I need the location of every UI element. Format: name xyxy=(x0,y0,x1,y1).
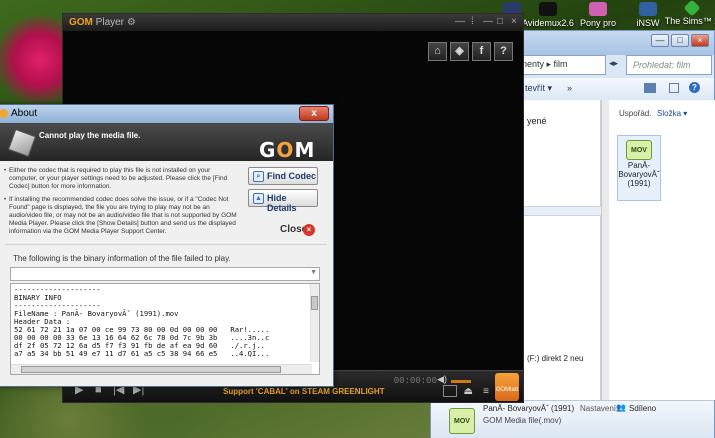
find-codec-label: Find Codec xyxy=(267,171,316,181)
info-paragraph-1: Either the codec that is required to pla… xyxy=(9,167,228,190)
binary-select[interactable]: ▼ xyxy=(10,267,320,281)
scroll-thumb[interactable] xyxy=(311,296,318,310)
more-menu[interactable]: » xyxy=(567,83,572,93)
details-state-value: Sdíleno xyxy=(629,404,657,413)
gom-app-name: Player xyxy=(95,17,125,28)
help-icon[interactable]: ? xyxy=(689,82,700,93)
desktop-icon-label: Pony pro xyxy=(579,18,617,28)
home-icon[interactable]: ⌂ xyxy=(428,42,447,61)
error-message: Cannot play the media file. xyxy=(39,131,141,140)
error-graphic-icon xyxy=(7,128,37,158)
bullet-icon: • xyxy=(4,168,7,174)
volume-icon[interactable]: ◀) xyxy=(437,374,447,385)
gomlab-button[interactable]: GOMlab xyxy=(495,373,519,401)
chevron-up-icon: ▲ xyxy=(253,193,264,204)
desktop-icon-label: The Sims™ 2 xyxy=(664,16,715,26)
view-icon[interactable] xyxy=(644,83,656,93)
desktop-icon-sims[interactable]: The Sims™ 2 xyxy=(664,0,715,34)
avidemux-icon xyxy=(539,2,557,16)
info-paragraph-2: If installing the recommended codec does… xyxy=(9,196,237,235)
gom-logo: GOM xyxy=(259,138,315,162)
dialog-titlebar[interactable]: About x xyxy=(0,105,333,123)
sims-icon xyxy=(683,0,701,17)
compact-button[interactable]: — xyxy=(455,16,465,27)
logo-letter: O xyxy=(276,138,295,162)
gomlab-label: GOMlab xyxy=(495,387,519,393)
desktop-icon-avidemux[interactable]: Avidemux2.6 xyxy=(520,0,576,34)
vertical-scrollbar[interactable] xyxy=(310,284,319,362)
close-circle-icon[interactable]: × xyxy=(303,224,315,236)
gom-brand: GOM xyxy=(69,17,93,28)
search-input[interactable]: Prohledat: film xyxy=(626,55,712,75)
hide-details-button[interactable]: ▲ Hide Details xyxy=(248,189,318,213)
help-icon[interactable]: ? xyxy=(494,42,513,61)
binary-info-box[interactable]: -------------------- BINARY INFO -------… xyxy=(10,283,320,375)
file-name: PanĂ- BovaryovĂˇ (1991) xyxy=(618,161,660,188)
volume-slider[interactable] xyxy=(451,380,471,383)
desktop-icon-pony[interactable]: Pony pro xyxy=(570,0,626,34)
search-icon: ⌕ xyxy=(253,171,264,182)
settings-gear-icon[interactable]: ⚙ xyxy=(127,17,136,28)
hide-details-label: Hide Details xyxy=(267,193,297,213)
eject-icon[interactable]: ⏏ xyxy=(464,386,473,397)
playlist-icon[interactable]: ≡ xyxy=(483,386,489,397)
logo-letter: M xyxy=(294,138,316,162)
game-icon xyxy=(639,2,657,16)
pin-button[interactable]: ⁞ xyxy=(471,16,474,27)
facebook-icon[interactable]: f xyxy=(472,42,491,61)
skin-icon[interactable]: ◈ xyxy=(450,42,469,61)
gom-title: GOM Player ⚙ xyxy=(69,17,136,28)
details-file-name: PanĂ- BovaryovĂˇ (1991) xyxy=(483,404,575,413)
binary-info-label: The following is the binary information … xyxy=(13,254,231,263)
dialog-title: About xyxy=(11,108,38,119)
mov-file-item[interactable]: MOV PanĂ- BovaryovĂˇ (1991) xyxy=(617,135,661,201)
details-file-icon: MOV xyxy=(449,408,475,434)
minimize-button[interactable]: — xyxy=(483,16,493,27)
close-button[interactable]: × xyxy=(511,16,517,27)
nav-scrollbar[interactable] xyxy=(601,100,609,400)
chevron-down-icon: ▼ xyxy=(310,269,317,276)
find-codec-button[interactable]: ⌕ Find Codec xyxy=(248,167,318,185)
maximize-button[interactable]: □ xyxy=(671,34,689,47)
horizontal-scrollbar[interactable] xyxy=(11,364,312,374)
close-button[interactable]: × xyxy=(691,34,709,47)
drive-item[interactable]: (F:) direkt 2 neu xyxy=(527,354,583,363)
refresh-icon[interactable]: ◂▸ xyxy=(609,58,618,69)
dialog-close-button[interactable]: x xyxy=(299,106,329,121)
aspect-icon[interactable] xyxy=(443,385,457,397)
open-menu[interactable]: tevřít ▾ xyxy=(525,83,552,94)
sort-dropdown[interactable]: Složka ▾ xyxy=(657,109,687,118)
scroll-thumb[interactable] xyxy=(21,366,281,373)
details-pane: MOV PanĂ- BovaryovĂˇ (1991) Nastavení: 👥… xyxy=(431,400,714,438)
about-dialog: About x GOM Cannot play the media file. … xyxy=(0,104,334,387)
desktop-icon-label: Avidemux2.6 xyxy=(522,18,574,28)
bullet-icon: • xyxy=(4,197,7,203)
gom-titlebar[interactable]: GOM Player ⚙ — ⁞ — □ × xyxy=(63,14,523,31)
nav-item-label[interactable]: yené xyxy=(527,116,547,126)
support-banner[interactable]: Support 'CABAL' on STEAM GREENLIGHT xyxy=(223,387,385,396)
shared-users-icon: 👥 xyxy=(616,403,626,412)
preview-pane-icon[interactable] xyxy=(669,83,679,93)
maximize-button[interactable]: □ xyxy=(497,16,503,27)
binary-info-text: -------------------- BINARY INFO -------… xyxy=(14,285,270,358)
divider xyxy=(5,244,327,245)
minimize-button[interactable]: — xyxy=(651,34,669,47)
logo-letter: G xyxy=(259,138,277,162)
details-state-label: Nastavení: xyxy=(580,404,619,413)
sort-label: Uspořád. xyxy=(619,109,652,118)
desktop-icon-label: iNSW xyxy=(636,18,660,28)
pony-icon xyxy=(589,2,607,16)
gom-media-file-icon: MOV xyxy=(626,140,652,160)
gom-app-icon xyxy=(0,109,8,118)
error-banner: GOM xyxy=(0,123,333,162)
details-file-type: GOM Media file(.mov) xyxy=(483,416,562,425)
time-display: 00:00:00 xyxy=(393,376,437,386)
